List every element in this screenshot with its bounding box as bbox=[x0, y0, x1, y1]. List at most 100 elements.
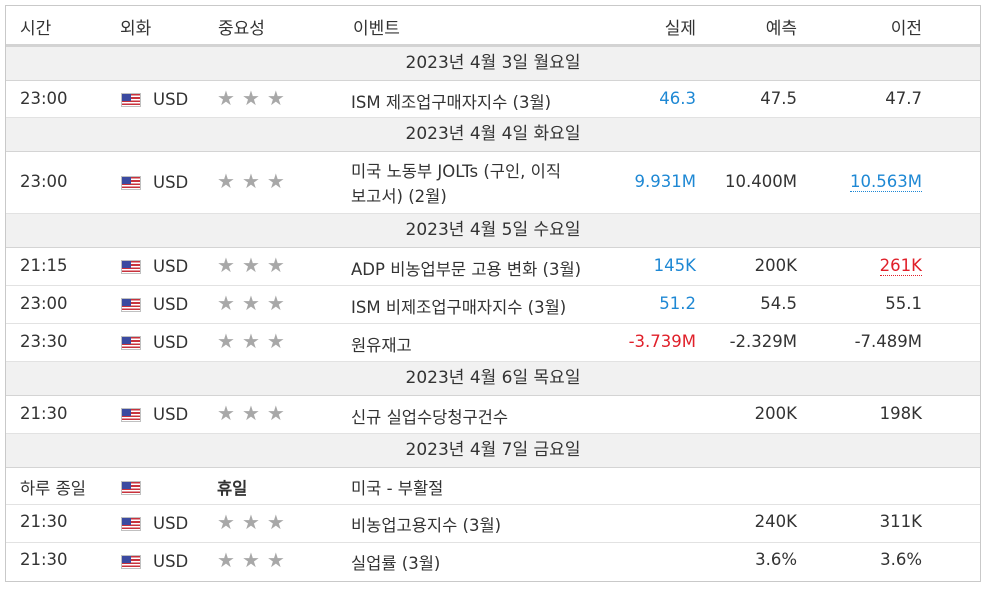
event-time: 21:15 bbox=[20, 256, 68, 275]
header-time: 시간 bbox=[20, 19, 52, 39]
us-flag-icon bbox=[121, 336, 141, 350]
economic-calendar-table: 시간 외화 중요성 이벤트 실제 예측 이전 2023년 4월 3일 월요일 2… bbox=[5, 5, 981, 582]
importance-stars: ★ ★ ★ bbox=[217, 548, 292, 572]
star-icon: ★ bbox=[266, 510, 285, 534]
event-actual: 51.2 bbox=[659, 294, 696, 313]
star-icon: ★ bbox=[217, 169, 235, 193]
us-flag-icon bbox=[121, 176, 141, 190]
star-icon: ★ bbox=[217, 329, 235, 353]
event-name-link[interactable]: 신규 실업수당청구건수 bbox=[351, 404, 508, 428]
event-row[interactable]: 21:30 USD ★ ★ ★ 실업률 (3월) 3.6% 3.6% bbox=[6, 543, 980, 581]
us-flag-icon bbox=[121, 481, 141, 495]
event-currency: USD bbox=[153, 552, 189, 571]
event-row[interactable]: 23:00 USD ★ ★ ★ 미국 노동부 JOLTs (구인, 이직 보고서) … bbox=[6, 152, 980, 214]
event-row[interactable]: 23:00 USD ★ ★ ★ ISM 비제조업구매자지수 (3월) 51.2 54… bbox=[6, 286, 980, 324]
star-icon: ★ bbox=[217, 548, 235, 572]
event-name-link[interactable]: ADP 비농업부문 고용 변화 (3월) bbox=[351, 256, 581, 280]
event-currency: USD bbox=[153, 173, 189, 192]
event-previous: -7.489M bbox=[854, 332, 922, 351]
event-time: 21:30 bbox=[20, 404, 68, 423]
event-row[interactable]: 21:30 USD ★ ★ ★ 신규 실업수당청구건수 200K 198K bbox=[6, 396, 980, 434]
importance-stars: ★ ★ ★ bbox=[217, 86, 292, 110]
header-actual: 실제 bbox=[664, 19, 696, 39]
event-previous: 47.7 bbox=[885, 89, 922, 108]
star-icon: ★ bbox=[241, 510, 260, 534]
importance-stars: ★ ★ ★ bbox=[217, 253, 292, 277]
date-row: 2023년 4월 5일 수요일 bbox=[6, 214, 980, 248]
star-icon: ★ bbox=[266, 86, 285, 110]
event-row[interactable]: 23:00 USD ★ ★ ★ ISM 제조업구매자지수 (3월) 46.3 47.… bbox=[6, 81, 980, 118]
table-header: 시간 외화 중요성 이벤트 실제 예측 이전 bbox=[6, 6, 980, 47]
star-icon: ★ bbox=[266, 329, 285, 353]
event-name-link-line2[interactable]: 보고서) (2월) bbox=[351, 183, 447, 207]
event-previous: 198K bbox=[879, 404, 922, 423]
holiday-row[interactable]: 하루 종일 휴일 미국 - 부활절 bbox=[6, 468, 980, 505]
star-icon: ★ bbox=[241, 329, 260, 353]
star-icon: ★ bbox=[241, 169, 260, 193]
event-actual: 46.3 bbox=[659, 89, 696, 108]
event-row[interactable]: 21:30 USD ★ ★ ★ 비농업고용지수 (3월) 240K 311K bbox=[6, 505, 980, 543]
event-forecast: 200K bbox=[754, 256, 797, 275]
header-event: 이벤트 bbox=[353, 19, 400, 39]
event-previous: 3.6% bbox=[880, 550, 922, 569]
star-icon: ★ bbox=[217, 401, 235, 425]
star-icon: ★ bbox=[266, 253, 285, 277]
date-row: 2023년 4월 7일 금요일 bbox=[6, 434, 980, 468]
event-name-link[interactable]: ISM 제조업구매자지수 (3월) bbox=[351, 89, 551, 113]
importance-stars: ★ ★ ★ bbox=[217, 291, 292, 315]
importance-stars: ★ ★ ★ bbox=[217, 169, 292, 193]
us-flag-icon bbox=[121, 298, 141, 312]
event-currency: USD bbox=[153, 257, 189, 276]
event-currency: USD bbox=[153, 295, 189, 314]
date-row: 2023년 4월 6일 목요일 bbox=[6, 362, 980, 396]
us-flag-icon bbox=[121, 408, 141, 422]
star-icon: ★ bbox=[217, 291, 235, 315]
star-icon: ★ bbox=[217, 86, 235, 110]
importance-stars: ★ ★ ★ bbox=[217, 401, 292, 425]
star-icon: ★ bbox=[241, 253, 260, 277]
header-importance: 중요성 bbox=[218, 19, 265, 39]
star-icon: ★ bbox=[217, 510, 235, 534]
event-time: 23:30 bbox=[20, 332, 68, 351]
event-forecast: 47.5 bbox=[760, 89, 797, 108]
event-currency: USD bbox=[153, 90, 189, 109]
event-time: 23:00 bbox=[20, 89, 68, 108]
us-flag-icon bbox=[121, 93, 141, 107]
event-name-link[interactable]: 실업률 (3월) bbox=[351, 550, 440, 574]
star-icon: ★ bbox=[241, 548, 260, 572]
header-previous: 이전 bbox=[890, 19, 922, 39]
event-name-link[interactable]: 비농업고용지수 (3월) bbox=[351, 512, 501, 536]
holiday-name: 미국 - 부활절 bbox=[351, 479, 444, 498]
header-forecast: 예측 bbox=[765, 19, 797, 39]
importance-stars: ★ ★ ★ bbox=[217, 510, 292, 534]
event-forecast: 200K bbox=[754, 404, 797, 423]
header-currency: 외화 bbox=[120, 19, 152, 39]
event-name-link[interactable]: ISM 비제조업구매자지수 (3월) bbox=[351, 294, 566, 318]
us-flag-icon bbox=[121, 517, 141, 531]
event-time: 21:30 bbox=[20, 550, 68, 569]
event-currency: USD bbox=[153, 333, 189, 352]
event-actual: -3.739M bbox=[628, 332, 696, 351]
event-forecast: 3.6% bbox=[755, 550, 797, 569]
event-forecast: -2.329M bbox=[729, 332, 797, 351]
event-time: 하루 종일 bbox=[20, 479, 86, 498]
event-row[interactable]: 21:15 USD ★ ★ ★ ADP 비농업부문 고용 변화 (3월) 145K … bbox=[6, 248, 980, 286]
event-name-link[interactable]: 미국 노동부 JOLTs (구인, 이직 bbox=[351, 158, 561, 182]
us-flag-icon bbox=[121, 260, 141, 274]
star-icon: ★ bbox=[266, 401, 285, 425]
event-forecast: 10.400M bbox=[725, 172, 797, 191]
star-icon: ★ bbox=[241, 291, 260, 315]
star-icon: ★ bbox=[266, 291, 285, 315]
event-name-link[interactable]: 원유재고 bbox=[351, 332, 412, 356]
event-time: 23:00 bbox=[20, 294, 68, 313]
event-previous-revised[interactable]: 10.563M bbox=[850, 172, 922, 192]
star-icon: ★ bbox=[266, 169, 285, 193]
event-currency: USD bbox=[153, 514, 189, 533]
date-row: 2023년 4월 3일 월요일 bbox=[6, 47, 980, 81]
event-previous: 55.1 bbox=[885, 294, 922, 313]
date-row: 2023년 4월 4일 화요일 bbox=[6, 118, 980, 152]
event-actual: 145K bbox=[653, 256, 696, 275]
event-previous-revised[interactable]: 261K bbox=[879, 256, 922, 276]
event-row[interactable]: 23:30 USD ★ ★ ★ 원유재고 -3.739M -2.329M -7.48… bbox=[6, 324, 980, 362]
importance-stars: ★ ★ ★ bbox=[217, 329, 292, 353]
